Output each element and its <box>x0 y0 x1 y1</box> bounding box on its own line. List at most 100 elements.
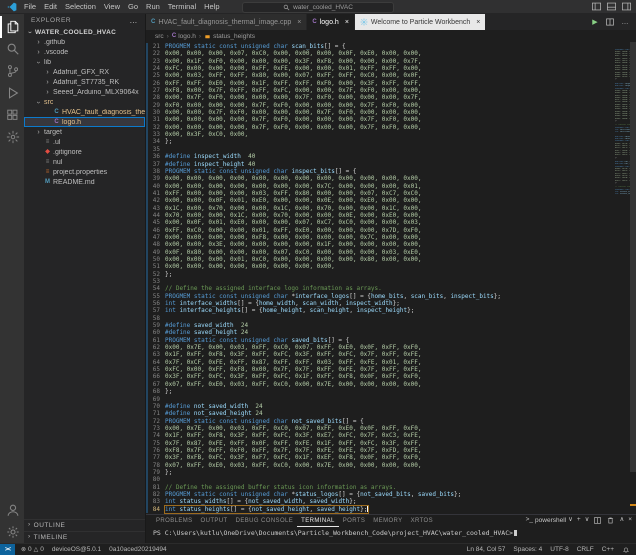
editor[interactable]: 21PROGMEM static const unsigned char sca… <box>146 42 636 514</box>
more-icon[interactable]: … <box>620 17 630 27</box>
code-line[interactable]: 480x00, 0x00, 0x3E, 0x00, 0x00, 0x00, 0x… <box>146 241 615 248</box>
line-number[interactable]: 47 <box>146 234 165 241</box>
layout-sidebar-icon[interactable] <box>591 1 602 12</box>
device-os-version[interactable]: deviceOS@5.0.1 <box>52 546 101 553</box>
line-number[interactable]: 79 <box>146 469 165 476</box>
menu-run[interactable]: Run <box>142 2 164 11</box>
line-number[interactable]: 48 <box>146 241 165 248</box>
view-particle[interactable] <box>0 126 24 148</box>
code-line[interactable]: 58 <box>146 315 615 322</box>
panel-tab-output[interactable]: OUTPUT <box>197 515 232 527</box>
menu-help[interactable]: Help <box>200 2 223 11</box>
code-line[interactable]: 81// Define the assigned buffer status i… <box>146 484 615 491</box>
line-number[interactable]: 28 <box>146 94 165 101</box>
code-line[interactable]: 750x7F, 0x87, 0xFE, 0xFF, 0x0F, 0xFF, 0x… <box>146 440 615 447</box>
line-number[interactable]: 45 <box>146 219 165 226</box>
code-line[interactable]: 37#define inspect_height 40 <box>146 161 615 168</box>
code-line[interactable]: 620x00, 0x7E, 0x00, 0x03, 0xFF, 0xC0, 0x… <box>146 344 615 351</box>
line-number[interactable]: 23 <box>146 58 165 65</box>
line-number[interactable]: 37 <box>146 161 165 168</box>
line-number[interactable]: 83 <box>146 498 165 505</box>
line-number[interactable]: 36 <box>146 153 165 160</box>
code-line[interactable]: 53 <box>146 278 615 285</box>
line-number[interactable]: 50 <box>146 256 165 263</box>
scrollbar-thumb[interactable] <box>630 42 636 472</box>
line-number[interactable]: 63 <box>146 351 165 358</box>
tab-logo-h[interactable]: Clogo.h× <box>307 14 355 30</box>
split-icon[interactable] <box>605 17 615 27</box>
line-number[interactable]: 25 <box>146 72 165 79</box>
code-line[interactable]: 450x00, 0x0F, 0x01, 0xE0, 0x00, 0x00, 0x… <box>146 219 615 226</box>
panel-tab-problems[interactable]: PROBLEMS <box>152 515 197 527</box>
panel-tab-xrtos[interactable]: XRTOS <box>407 515 437 527</box>
layout-panel-icon[interactable] <box>606 1 617 12</box>
run-icon[interactable]: ▶ <box>590 17 600 27</box>
line-number[interactable]: 59 <box>146 322 165 329</box>
line-number[interactable]: 38 <box>146 168 165 175</box>
code-line[interactable]: 60#define saved_height 24 <box>146 329 615 336</box>
code-line[interactable]: 630x1F, 0xFF, 0xF8, 0x3F, 0xFF, 0xFC, 0x… <box>146 351 615 358</box>
section-outline[interactable]: ›OUTLINE <box>24 519 145 531</box>
dropdown-icon[interactable]: ∨ <box>585 517 590 524</box>
tab-close-icon[interactable]: × <box>345 19 349 26</box>
line-number[interactable]: 58 <box>146 315 165 322</box>
tree-item-vscode[interactable]: ›.vscode <box>24 47 145 57</box>
code-line[interactable]: 79}; <box>146 469 615 476</box>
line-number[interactable]: 60 <box>146 329 165 336</box>
line-number[interactable]: 62 <box>146 344 165 351</box>
line-number[interactable]: 78 <box>146 462 165 469</box>
code-line[interactable]: 21PROGMEM static const unsigned char sca… <box>146 43 615 50</box>
tree-item-adafruit-gfx-rx[interactable]: ›Adafruit_GFX_RX <box>24 67 145 77</box>
code-line[interactable]: 34}; <box>146 138 615 145</box>
view-run-debug[interactable] <box>0 82 24 104</box>
code-line[interactable]: 270xF8, 0x00, 0x7F, 0xFF, 0xFF, 0xFC, 0x… <box>146 87 615 94</box>
line-number[interactable]: 53 <box>146 278 165 285</box>
line-number[interactable]: 31 <box>146 116 165 123</box>
code-line[interactable]: 220x00, 0x00, 0x00, 0x07, 0xC0, 0x00, 0x… <box>146 50 615 57</box>
line-number[interactable]: 39 <box>146 175 165 182</box>
code-line[interactable]: 70#define not_saved_width 24 <box>146 403 615 410</box>
code-line[interactable]: 290xF0, 0x00, 0x00, 0x00, 0x7F, 0xF0, 0x… <box>146 102 615 109</box>
line-number[interactable]: 75 <box>146 440 165 447</box>
line-number[interactable]: 74 <box>146 432 165 439</box>
accounts[interactable] <box>0 499 24 521</box>
menu-go[interactable]: Go <box>124 2 142 11</box>
split-icon[interactable] <box>593 516 602 525</box>
line-number[interactable]: 70 <box>146 403 165 410</box>
code-line[interactable]: 650xFC, 0x00, 0xFF, 0xF8, 0x00, 0x7F, 0x… <box>146 366 615 373</box>
line-number[interactable]: 80 <box>146 476 165 483</box>
line-number[interactable]: 69 <box>146 396 165 403</box>
line-number[interactable]: 43 <box>146 205 165 212</box>
code-line[interactable]: 640x7F, 0xCF, 0xFE, 0xFF, 0x87, 0xFF, 0x… <box>146 359 615 366</box>
trash-icon[interactable] <box>606 516 615 525</box>
line-number[interactable]: 71 <box>146 410 165 417</box>
code-line[interactable]: 430x1C, 0x00, 0x70, 0x00, 0x00, 0x1C, 0x… <box>146 205 615 212</box>
line-number[interactable]: 49 <box>146 249 165 256</box>
device-id[interactable]: 0a10aced20219494 <box>109 546 166 553</box>
code-lines[interactable]: 21PROGMEM static const unsigned char sca… <box>146 42 615 514</box>
line-number[interactable]: 68 <box>146 388 165 395</box>
menu-selection[interactable]: Selection <box>61 2 100 11</box>
menu-terminal[interactable]: Terminal <box>164 2 200 11</box>
code-line[interactable]: 55PROGMEM static const unsigned char *in… <box>146 293 615 300</box>
tree-item-seeed-arduino-mlx9064x[interactable]: ›Seeed_Arduino_MLX9064x <box>24 87 145 97</box>
code-line[interactable]: 390x00, 0x00, 0x00, 0x00, 0x00, 0x00, 0x… <box>146 175 615 182</box>
line-number[interactable]: 76 <box>146 447 165 454</box>
code-line[interactable]: 83int status_widths[] = {not_saved_width… <box>146 498 615 505</box>
line-number[interactable]: 77 <box>146 454 165 461</box>
code-line[interactable]: 84int status_heights[] = {not_saved_heig… <box>146 506 615 513</box>
code-line[interactable]: 460xFF, 0xC0, 0x00, 0x00, 0x01, 0xFF, 0x… <box>146 227 615 234</box>
line-number[interactable]: 64 <box>146 359 165 366</box>
breadcrumb-src[interactable]: src <box>155 33 164 40</box>
code-line[interactable]: 57int interface_heights[] = {home_height… <box>146 307 615 314</box>
tab-welcome-to-particle-workbench[interactable]: Welcome to Particle Workbench× <box>355 14 486 30</box>
tree-item-hvac-fault-diagnosis-thermal-image-cpp[interactable]: CHVAC_fault_diagnosis_thermal_image.cpp <box>24 107 145 117</box>
code-line[interactable]: 38PROGMEM static const unsigned char ins… <box>146 168 615 175</box>
code-line[interactable]: 410xFF, 0x00, 0x00, 0x00, 0x03, 0xFF, 0x… <box>146 190 615 197</box>
line-number[interactable]: 29 <box>146 102 165 109</box>
panel-tab-ports[interactable]: PORTS <box>339 515 370 527</box>
code-line[interactable]: 35 <box>146 146 615 153</box>
terminal-shell-selector[interactable]: >_ powershell ∨ <box>526 517 573 524</box>
code-line[interactable]: 52}; <box>146 271 615 278</box>
view-source-control[interactable] <box>0 60 24 82</box>
